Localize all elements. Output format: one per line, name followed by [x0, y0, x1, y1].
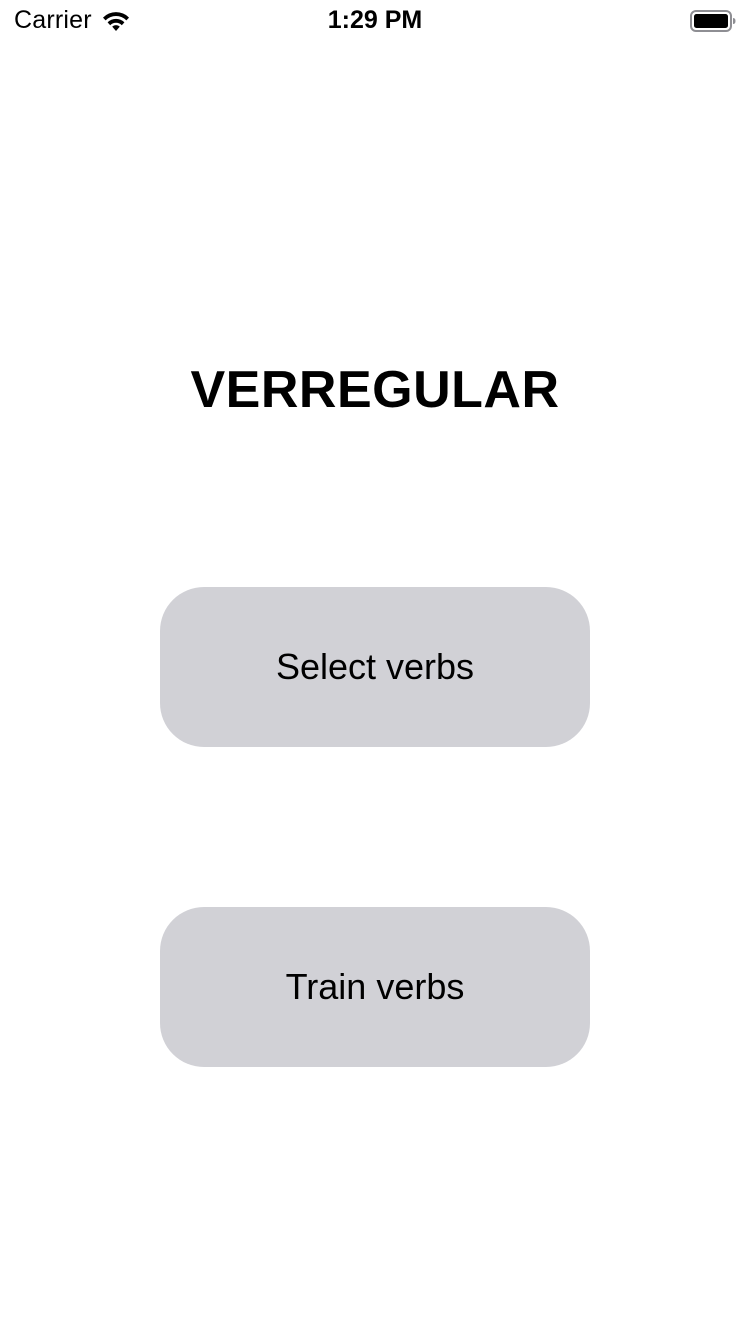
battery-icon [690, 10, 736, 32]
status-time: 1:29 PM [327, 6, 423, 34]
train-verbs-button[interactable]: Train verbs [160, 907, 590, 1067]
select-verbs-button[interactable]: Select verbs [160, 587, 590, 747]
status-bar: Carrier 1:29 PM [0, 0, 750, 40]
app-title: VERREGULAR [190, 361, 560, 419]
app-screen: Carrier 1:29 PM VERREGULAR Select verbs … [0, 0, 750, 1334]
